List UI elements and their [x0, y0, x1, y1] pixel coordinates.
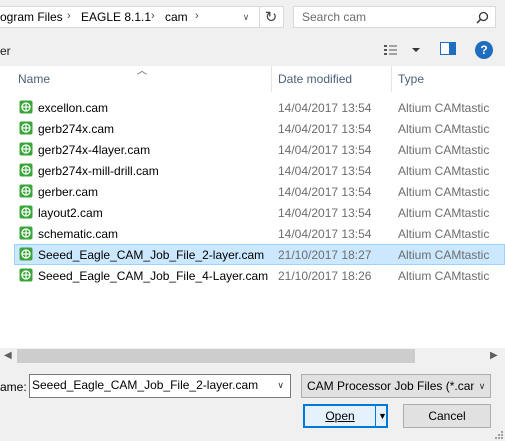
- cam-file-icon: [19, 163, 33, 177]
- open-options-dropdown-icon[interactable]: ▼: [378, 411, 387, 421]
- file-row[interactable]: excellon.cam 14/04/2017 13:54 Altium CAMta…: [14, 97, 505, 118]
- file-type: Altium CAMtastic: [398, 122, 490, 136]
- scroll-left-icon[interactable]: ◀: [4, 350, 12, 361]
- search-icon: [476, 11, 489, 24]
- breadcrumb-program-files[interactable]: ogram Files: [0, 10, 63, 24]
- file-type: Altium CAMtastic: [398, 101, 490, 115]
- file-date-modified: 21/10/2017 18:26: [278, 269, 372, 283]
- file-type: Altium CAMtastic: [398, 248, 490, 262]
- address-bar[interactable]: ogram Files › EAGLE 8.1.1 › cam › ∨ ↻: [0, 6, 284, 28]
- file-row[interactable]: Seeed_Eagle_CAM_Job_File_2-layer.cam 21/1…: [14, 244, 505, 265]
- search-placeholder[interactable]: Search cam: [302, 10, 366, 24]
- cam-file-icon: [19, 226, 33, 240]
- file-name-dropdown-icon[interactable]: ∨: [277, 380, 284, 391]
- file-type: Altium CAMtastic: [398, 269, 490, 283]
- file-type: Altium CAMtastic: [398, 164, 490, 178]
- file-date-modified: 14/04/2017 13:54: [278, 206, 372, 220]
- address-history-dropdown-icon[interactable]: ∨: [236, 7, 256, 27]
- column-divider[interactable]: [271, 66, 272, 92]
- file-row[interactable]: gerb274x.cam 14/04/2017 13:54 Altium CAMta…: [14, 118, 505, 139]
- new-folder-button[interactable]: er: [0, 44, 11, 58]
- column-header-type[interactable]: Type: [398, 72, 424, 86]
- sort-ascending-icon: ︿: [137, 66, 147, 77]
- column-header-name[interactable]: Name: [18, 72, 50, 86]
- file-date-modified: 14/04/2017 13:54: [278, 164, 372, 178]
- refresh-icon[interactable]: ↻: [259, 7, 282, 27]
- file-row[interactable]: layout2.cam 14/04/2017 13:54 Altium CAMtas…: [14, 202, 505, 223]
- horizontal-scrollbar[interactable]: ◀ ▶: [0, 348, 505, 365]
- file-name: gerb274x-mill-drill.cam: [38, 164, 159, 178]
- cam-file-icon: [19, 184, 33, 198]
- cam-file-icon: [19, 268, 33, 282]
- file-type: Altium CAMtastic: [398, 143, 490, 157]
- file-name: Seeed_Eagle_CAM_Job_File_2-layer.cam: [38, 248, 265, 262]
- file-date-modified: 14/04/2017 13:54: [278, 122, 372, 136]
- file-type: Altium CAMtastic: [398, 227, 490, 241]
- cam-file-icon: [19, 100, 33, 114]
- open-split-divider: [375, 406, 376, 426]
- view-dropdown-icon: [412, 48, 420, 52]
- file-name-label: ame:: [0, 380, 27, 394]
- file-date-modified: 14/04/2017 13:54: [278, 143, 372, 157]
- file-name: gerb274x-4layer.cam: [38, 143, 151, 157]
- file-row[interactable]: gerber.cam 14/04/2017 13:54 Altium CAMtast…: [14, 181, 505, 202]
- help-icon[interactable]: ?: [475, 41, 493, 59]
- column-header-date-modified[interactable]: Date modified: [278, 72, 352, 86]
- file-name: gerb274x.cam: [38, 122, 115, 136]
- search-box[interactable]: Search cam: [293, 6, 496, 28]
- file-type-selected: CAM Processor Job Files (*.cam: [307, 379, 481, 393]
- details-view-icon: [384, 45, 397, 55]
- file-date-modified: 14/04/2017 13:54: [278, 185, 372, 199]
- file-name-input[interactable]: [32, 378, 262, 392]
- change-view-button[interactable]: [383, 41, 423, 59]
- breadcrumb-cam[interactable]: cam: [165, 10, 188, 24]
- file-type: Altium CAMtastic: [398, 185, 490, 199]
- cam-file-icon: [19, 121, 33, 135]
- cam-file-icon: [19, 142, 33, 156]
- cam-file-icon: [19, 205, 33, 219]
- cancel-button-label[interactable]: Cancel: [404, 409, 490, 423]
- open-button-label[interactable]: Open: [305, 409, 375, 423]
- file-type-dropdown-icon[interactable]: ∨: [474, 375, 490, 397]
- file-name: gerber.cam: [38, 185, 99, 199]
- column-divider[interactable]: [391, 66, 392, 92]
- file-row[interactable]: Seeed_Eagle_CAM_Job_File_4-Layer.cam 21/1…: [14, 265, 505, 286]
- file-type-select[interactable]: CAM Processor Job Files (*.cam ∨: [301, 374, 491, 398]
- scrollbar-thumb[interactable]: [17, 349, 415, 363]
- file-name-combobox[interactable]: ∨: [29, 374, 291, 398]
- file-row[interactable]: gerb274x-4layer.cam 14/04/2017 13:54 Altiu…: [14, 139, 505, 160]
- resize-grip-icon[interactable]: [494, 430, 503, 439]
- scroll-right-icon[interactable]: ▶: [490, 350, 498, 361]
- open-button[interactable]: Open ▼: [303, 404, 388, 428]
- breadcrumb-chevron-icon[interactable]: ›: [151, 10, 155, 22]
- file-name: layout2.cam: [38, 206, 103, 220]
- file-name: excellon.cam: [38, 101, 109, 115]
- file-type: Altium CAMtastic: [398, 206, 490, 220]
- file-list[interactable]: ︿ Name Date modified Type excellon.cam 14…: [0, 66, 505, 348]
- preview-pane-icon[interactable]: [440, 42, 456, 56]
- file-date-modified: 14/04/2017 13:54: [278, 227, 372, 241]
- breadcrumb-chevron-icon[interactable]: ›: [195, 10, 199, 22]
- file-name: schematic.cam: [38, 227, 119, 241]
- file-date-modified: 21/10/2017 18:27: [278, 248, 372, 262]
- cancel-button[interactable]: Cancel: [403, 404, 491, 428]
- file-row[interactable]: schematic.cam 14/04/2017 13:54 Altium CAMt…: [14, 223, 505, 244]
- file-date-modified: 14/04/2017 13:54: [278, 101, 372, 115]
- breadcrumb-chevron-icon[interactable]: ›: [67, 10, 71, 22]
- breadcrumb-eagle[interactable]: EAGLE 8.1.1: [81, 10, 151, 24]
- file-name: Seeed_Eagle_CAM_Job_File_4-Layer.cam: [38, 269, 269, 283]
- cam-file-icon: [19, 247, 33, 261]
- file-row[interactable]: gerb274x-mill-drill.cam 14/04/2017 13:54 A…: [14, 160, 505, 181]
